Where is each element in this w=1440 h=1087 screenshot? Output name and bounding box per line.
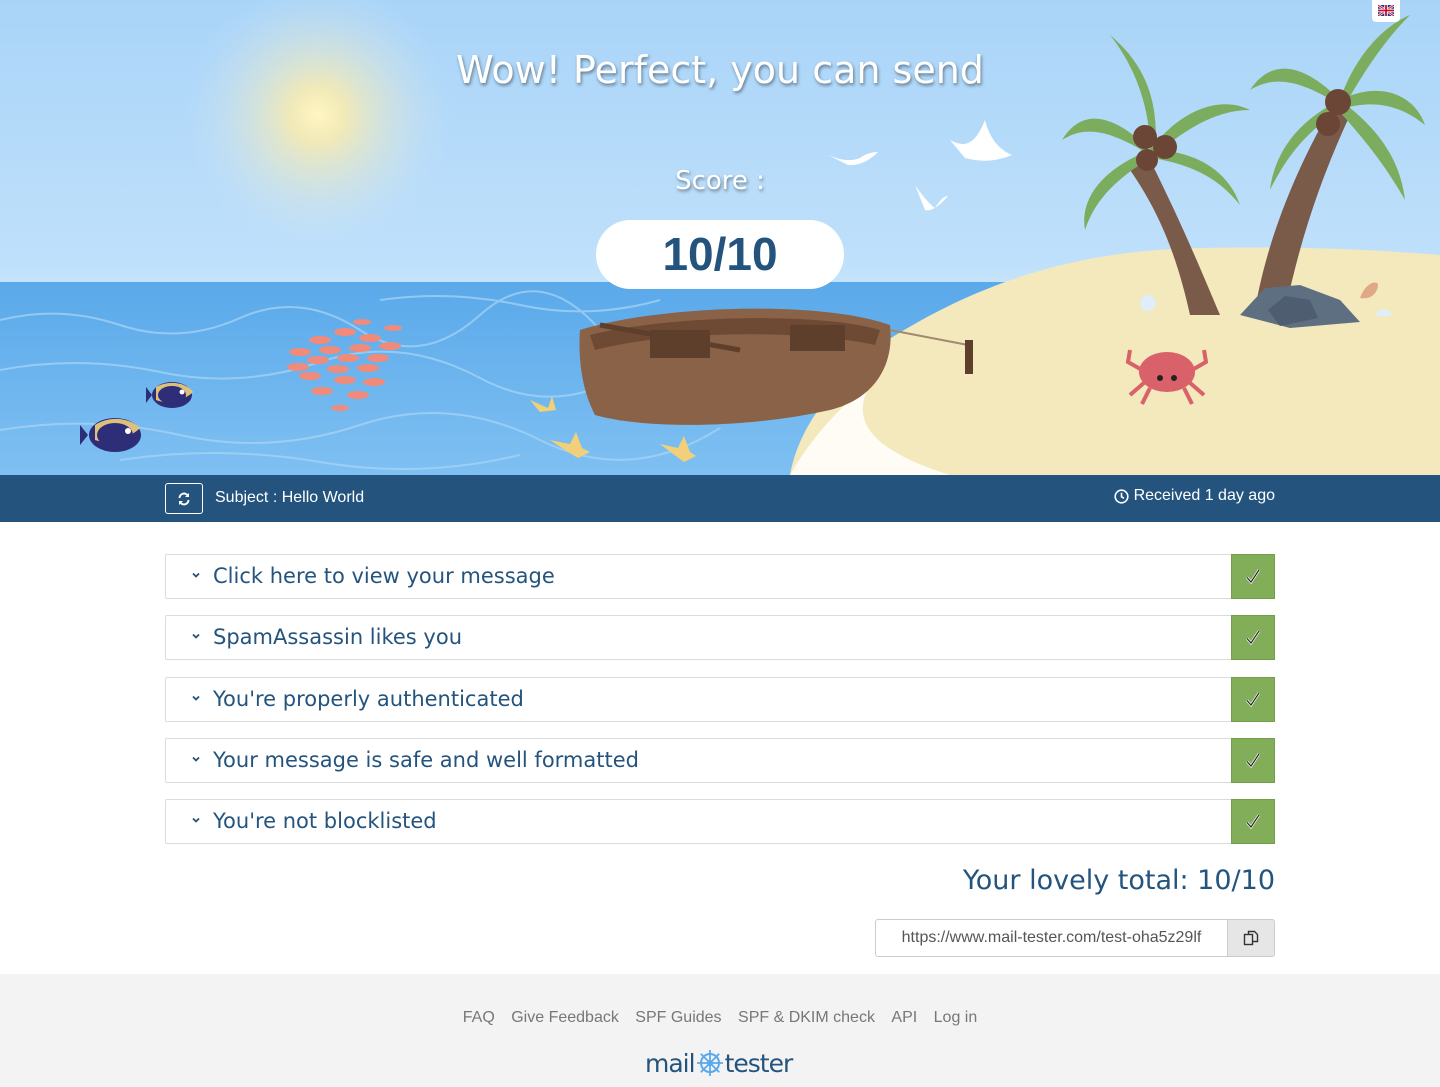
result-headline: Wow! Perfect, you can send: [456, 48, 984, 92]
panel-title: SpamAssassin likes you: [213, 625, 463, 649]
panel-view-message[interactable]: Click here to view your message: [165, 554, 1275, 599]
chevron-down-icon: [192, 633, 200, 639]
total-score: Your lovely total: 10/10: [962, 865, 1275, 896]
footer-link-spf-guides[interactable]: SPF Guides: [635, 1009, 721, 1026]
pass-badge: [1231, 738, 1275, 783]
subject-bar: Subject : Hello World Received 1 day ago: [0, 475, 1440, 522]
footer: FAQ Give Feedback SPF Guides SPF & DKIM …: [0, 974, 1440, 1087]
score-label: Score :: [675, 166, 765, 196]
checkmark-icon: [1246, 691, 1261, 707]
uk-flag-icon: [1378, 5, 1394, 16]
pass-badge: [1231, 799, 1275, 844]
panel-spamassassin[interactable]: SpamAssassin likes you: [165, 615, 1275, 660]
pass-badge: [1231, 677, 1275, 722]
score-value: 10/10: [596, 220, 844, 289]
logo-text-mail: mail: [645, 1048, 696, 1078]
chevron-down-icon: [192, 756, 200, 762]
footer-link-faq[interactable]: FAQ: [463, 1009, 495, 1026]
mail-tester-logo[interactable]: mail tester: [645, 1046, 795, 1080]
checkmark-icon: [1246, 629, 1261, 645]
refresh-button[interactable]: [165, 483, 203, 514]
panel-title: Your message is safe and well formatted: [213, 748, 639, 772]
panel-formatting[interactable]: Your message is safe and well formatted: [165, 738, 1275, 783]
received-time: Received 1 day ago: [1113, 487, 1275, 505]
footer-link-feedback[interactable]: Give Feedback: [511, 1009, 619, 1026]
panel-authentication[interactable]: You're properly authenticated: [165, 677, 1275, 722]
panel-title: You're properly authenticated: [213, 687, 524, 711]
chevron-down-icon: [192, 817, 200, 823]
panel-title: You're not blocklisted: [213, 809, 437, 833]
refresh-icon: [178, 492, 190, 505]
copy-icon: [1243, 930, 1259, 946]
hero-banner: Wow! Perfect, you can send Score : 10/10: [0, 0, 1440, 475]
chevron-down-icon: [192, 695, 200, 701]
ship-wheel-icon: [696, 1050, 723, 1076]
footer-nav: FAQ Give Feedback SPF Guides SPF & DKIM …: [0, 1009, 1440, 1027]
clock-icon: [1113, 488, 1129, 504]
share-url-group: [875, 919, 1275, 957]
panel-blocklist[interactable]: You're not blocklisted: [165, 799, 1275, 844]
email-subject: Subject : Hello World: [215, 489, 365, 506]
copy-url-button[interactable]: [1227, 919, 1275, 957]
share-url-input[interactable]: [875, 919, 1228, 957]
logo-text-tester: tester: [724, 1048, 794, 1078]
footer-link-api[interactable]: API: [891, 1009, 917, 1026]
received-text: Received 1 day ago: [1133, 487, 1275, 504]
checkmark-icon: [1246, 813, 1261, 829]
footer-link-spf-dkim-check[interactable]: SPF & DKIM check: [738, 1009, 875, 1026]
panel-title: Click here to view your message: [213, 564, 555, 588]
checkmark-icon: [1246, 568, 1261, 584]
pass-badge: [1231, 615, 1275, 660]
chevron-down-icon: [192, 572, 200, 578]
footer-link-login[interactable]: Log in: [934, 1009, 978, 1026]
checkmark-icon: [1246, 752, 1261, 768]
pass-badge: [1231, 554, 1275, 599]
language-selector[interactable]: [1372, 0, 1400, 22]
